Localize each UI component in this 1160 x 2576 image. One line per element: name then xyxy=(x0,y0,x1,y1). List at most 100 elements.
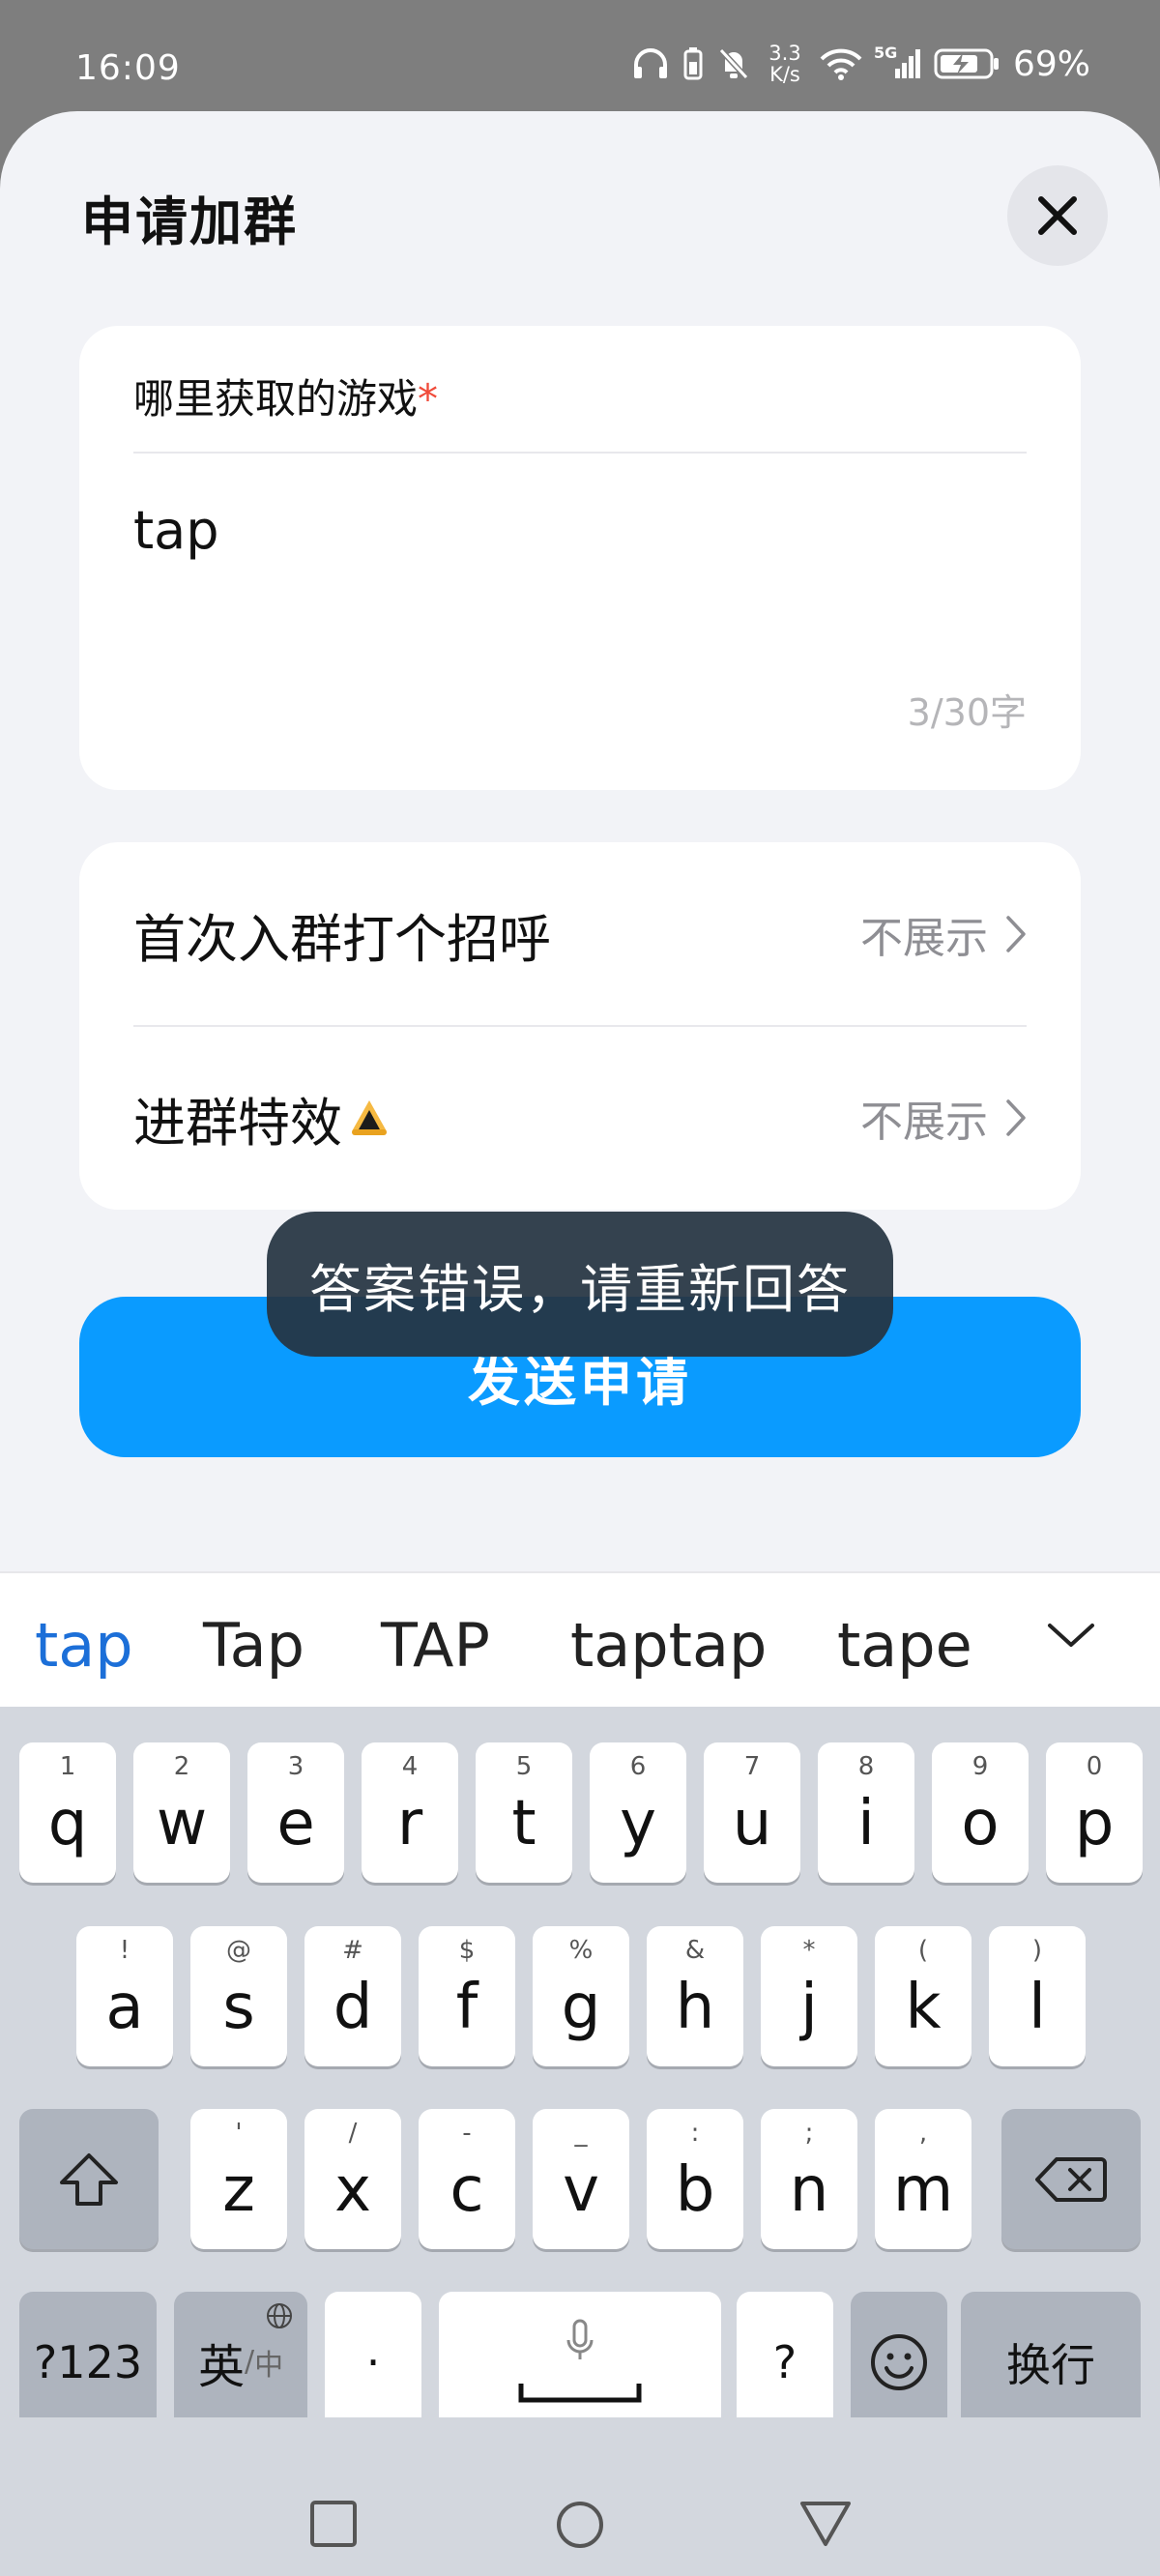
key-char: t xyxy=(511,1787,536,1859)
key-z[interactable]: ' z xyxy=(190,2109,287,2249)
emoji-key[interactable] xyxy=(851,2292,947,2432)
chevron-right-icon xyxy=(1006,916,1026,952)
key-k[interactable]: (k xyxy=(875,1926,972,2066)
key-hint: : xyxy=(690,2119,700,2148)
key-l[interactable]: ) l xyxy=(989,1926,1086,2066)
key-hint: 8 xyxy=(857,1752,875,1781)
backspace-icon xyxy=(1035,2156,1107,2202)
home-icon[interactable] xyxy=(555,2500,605,2550)
key-m[interactable]: ,m xyxy=(875,2109,972,2249)
key-h[interactable]: & h xyxy=(647,1926,743,2066)
key-t[interactable]: 5t xyxy=(476,1742,572,1883)
key-hint: _ xyxy=(574,2119,588,2148)
shift-icon xyxy=(60,2152,118,2206)
key-d[interactable]: # d xyxy=(304,1926,401,2066)
suggestion-item[interactable]: Tap xyxy=(203,1610,304,1681)
key-u[interactable]: 7u xyxy=(704,1742,800,1883)
emoji-icon xyxy=(871,2333,927,2390)
key-p[interactable]: 0p xyxy=(1046,1742,1143,1883)
key-hint: $ xyxy=(458,1936,476,1965)
key-char: v xyxy=(563,2153,599,2226)
key-i[interactable]: 8i xyxy=(818,1742,914,1883)
answer-input[interactable]: tap xyxy=(133,500,219,561)
key-char: h xyxy=(675,1971,715,2043)
key-char: e xyxy=(276,1787,315,1859)
key-char: r xyxy=(396,1787,423,1859)
greeting-label: 首次入群打个招呼 xyxy=(133,908,551,970)
key-n[interactable]: ; n xyxy=(761,2109,857,2249)
entry-effect-row[interactable]: 进群特效 不展示 xyxy=(133,1026,1027,1210)
key-char: x xyxy=(334,2153,371,2226)
key-r[interactable]: 4r xyxy=(362,1742,458,1883)
suggestion-item[interactable]: tap xyxy=(35,1610,133,1681)
network-speed-value: 3.3 xyxy=(768,42,801,65)
backspace-key[interactable] xyxy=(1001,2109,1141,2249)
close-button[interactable] xyxy=(1007,165,1108,266)
greeting-row[interactable]: 首次入群打个招呼 不展示 xyxy=(133,842,1027,1026)
dot-key-label: · xyxy=(365,2335,381,2388)
key-g[interactable]: % g xyxy=(533,1926,629,2066)
language-key-sub: 中 xyxy=(254,2348,284,2383)
required-mark: * xyxy=(418,375,439,423)
key-w[interactable]: 2w xyxy=(133,1742,230,1883)
key-v[interactable]: _ v xyxy=(533,2109,629,2249)
recents-icon[interactable] xyxy=(309,2500,358,2548)
suggestion-bar: tap Tap TAP taptap tape xyxy=(0,1571,1160,1707)
key-c[interactable]: -c xyxy=(419,2109,515,2249)
battery-saver-icon xyxy=(682,46,704,81)
suggestion-item[interactable]: TAP xyxy=(381,1610,490,1681)
key-o[interactable]: 9o xyxy=(932,1742,1029,1883)
signal-label: 5G xyxy=(873,44,898,62)
dot-key[interactable]: · xyxy=(325,2292,421,2432)
suggestion-item[interactable]: tape xyxy=(837,1610,972,1681)
space-bar-icon xyxy=(518,2384,642,2403)
key-hint: 4 xyxy=(401,1752,419,1781)
mute-bell-icon xyxy=(717,46,750,81)
enter-key[interactable]: 换行 xyxy=(961,2292,1141,2432)
back-icon[interactable] xyxy=(798,2500,853,2548)
key-hint: % xyxy=(568,1936,594,1965)
key-char: k xyxy=(905,1971,942,2043)
key-hint: @ xyxy=(226,1936,251,1965)
language-key-label: 英 xyxy=(197,2339,245,2394)
question-card: 哪里获取的游戏* tap 3/30字 xyxy=(79,326,1081,790)
wifi-icon xyxy=(820,47,862,80)
key-s[interactable]: @ s xyxy=(190,1926,287,2066)
status-time: 16:09 xyxy=(75,48,181,88)
cellular-signal-icon: 5G xyxy=(873,44,920,80)
greeting-value: 不展示 xyxy=(860,903,1027,965)
space-key[interactable] xyxy=(439,2292,721,2432)
key-b[interactable]: :b xyxy=(647,2109,743,2249)
vip-crown-icon xyxy=(352,1100,387,1135)
key-y[interactable]: 6y xyxy=(590,1742,686,1883)
language-key[interactable]: 英 / 中 xyxy=(174,2292,307,2432)
status-bar: 16:09 3.3 K/s 5G 69% xyxy=(0,0,1160,111)
key-char: j xyxy=(800,1971,818,2043)
key-hint: 0 xyxy=(1086,1752,1103,1781)
entry-effect-value-text: 不展示 xyxy=(860,1098,988,1147)
key-x[interactable]: / x xyxy=(304,2109,401,2249)
key-char: o xyxy=(961,1787,1000,1859)
symbols-key[interactable]: ?123 xyxy=(19,2292,157,2432)
key-char: b xyxy=(675,2153,715,2226)
globe-icon xyxy=(267,2303,292,2328)
key-char: q xyxy=(47,1787,88,1859)
key-a[interactable]: ! a xyxy=(76,1926,173,2066)
key-hint: ; xyxy=(804,2119,814,2148)
enter-key-label: 换行 xyxy=(1006,2338,1095,2391)
suggestion-item[interactable]: taptap xyxy=(570,1610,767,1681)
key-f[interactable]: $ f xyxy=(419,1926,515,2066)
key-q[interactable]: 1q xyxy=(19,1742,116,1883)
greeting-value-text: 不展示 xyxy=(860,914,988,963)
collapse-suggestions-icon[interactable] xyxy=(1046,1616,1096,1654)
key-char: a xyxy=(105,1971,144,2043)
join-group-sheet: 申请加群 哪里获取的游戏* tap 3/30字 首次入群打个招呼 不展示 进群特… xyxy=(0,111,1160,1571)
shift-key[interactable] xyxy=(19,2109,159,2249)
key-char: c xyxy=(450,2153,484,2226)
key-e[interactable]: 3e xyxy=(247,1742,344,1883)
key-hint: 1 xyxy=(59,1752,76,1781)
key-char: g xyxy=(561,1971,601,2043)
key-j[interactable]: * j xyxy=(761,1926,857,2066)
question-key[interactable]: ? xyxy=(737,2292,833,2432)
key-char: p xyxy=(1074,1787,1115,1859)
